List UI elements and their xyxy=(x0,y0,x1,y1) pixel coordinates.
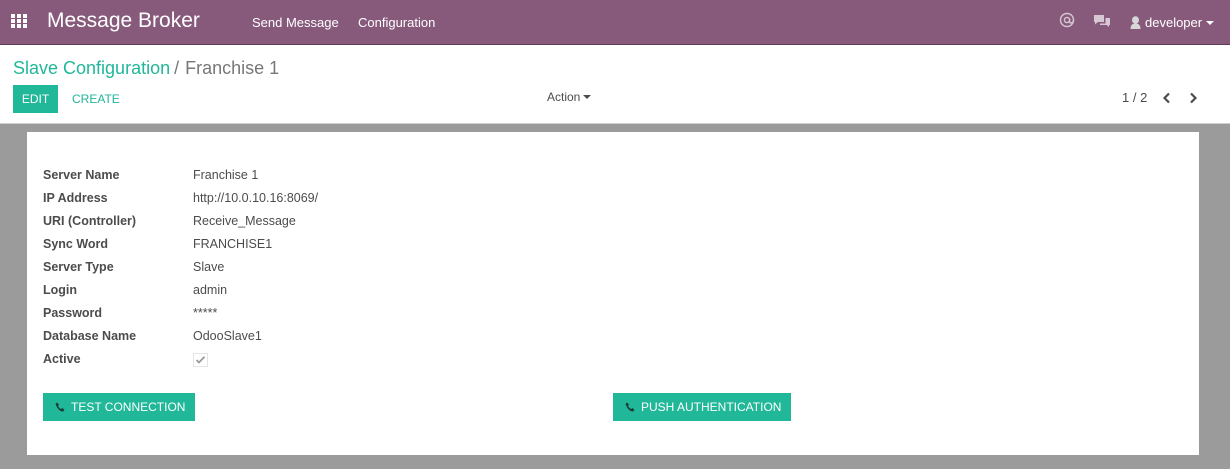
breadcrumb-separator: / xyxy=(174,58,180,78)
user-menu[interactable]: developer xyxy=(1130,15,1215,30)
chevron-down-icon xyxy=(1206,21,1215,25)
field-label: Server Type xyxy=(43,260,114,274)
field-label: Password xyxy=(43,306,103,320)
app-brand-title: Message Broker xyxy=(47,9,200,32)
field-value: http://10.0.10.16:8069/ xyxy=(193,191,319,205)
user-avatar-icon xyxy=(1130,16,1141,29)
field-label: Server Name xyxy=(43,168,120,182)
menu-send-message[interactable]: Send Message xyxy=(252,15,339,30)
field-value: OdooSlave1 xyxy=(193,329,262,343)
field-label: URI (Controller) xyxy=(43,214,137,228)
field-label: Active xyxy=(43,352,81,366)
control-panel: Slave Configuration / Franchise 1 EDIT CRE… xyxy=(0,45,1230,124)
push-authentication-label: PUSH AUTHENTICATION xyxy=(641,400,782,414)
field-label: Login xyxy=(43,283,78,297)
pager-previous-button[interactable] xyxy=(1160,90,1174,106)
pager-next-button[interactable] xyxy=(1186,90,1200,106)
apps-grid-icon[interactable] xyxy=(11,14,28,28)
at-sign-icon[interactable] xyxy=(1059,12,1075,31)
checkmark-icon xyxy=(193,353,208,367)
field-value: admin xyxy=(193,283,228,297)
test-connection-button[interactable]: TEST CONNECTION xyxy=(43,393,196,421)
content-area: Server Name Franchise 1 IP Address http:… xyxy=(0,124,1230,469)
field-value: Slave xyxy=(193,260,225,274)
breadcrumb-current: Franchise 1 xyxy=(185,58,280,78)
active-checkbox[interactable] xyxy=(193,353,208,367)
chat-bubbles-icon[interactable] xyxy=(1093,14,1111,31)
action-dropdown-label: Action xyxy=(547,90,581,104)
field-value: ***** xyxy=(193,306,218,320)
caret-down-icon xyxy=(583,95,592,99)
create-button[interactable]: CREATE xyxy=(66,85,126,113)
breadcrumb-parent-link[interactable]: Slave Configuration xyxy=(13,58,170,78)
user-name: developer xyxy=(1145,15,1203,30)
phone-icon xyxy=(625,402,635,412)
chevron-left-icon xyxy=(1162,92,1170,104)
menu-configuration[interactable]: Configuration xyxy=(358,15,435,30)
top-navbar: Message Broker Send Message Configuratio… xyxy=(0,0,1230,45)
form-sheet: Server Name Franchise 1 IP Address http:… xyxy=(27,132,1199,455)
push-authentication-button[interactable]: PUSH AUTHENTICATION xyxy=(613,393,792,421)
field-label: Database Name xyxy=(43,329,137,343)
field-label: Sync Word xyxy=(43,237,109,251)
test-connection-label: TEST CONNECTION xyxy=(71,400,186,414)
breadcrumb: Slave Configuration / Franchise 1 xyxy=(13,58,279,79)
field-value: Franchise 1 xyxy=(193,168,259,182)
field-label: IP Address xyxy=(43,191,108,205)
pager-value[interactable]: 1 / 2 xyxy=(1122,90,1147,105)
chevron-right-icon xyxy=(1190,92,1198,104)
phone-icon xyxy=(55,402,65,412)
field-value: FRANCHISE1 xyxy=(193,237,273,251)
edit-button[interactable]: EDIT xyxy=(13,85,58,113)
field-value: Receive_Message xyxy=(193,214,296,228)
action-dropdown[interactable]: Action xyxy=(547,90,592,104)
